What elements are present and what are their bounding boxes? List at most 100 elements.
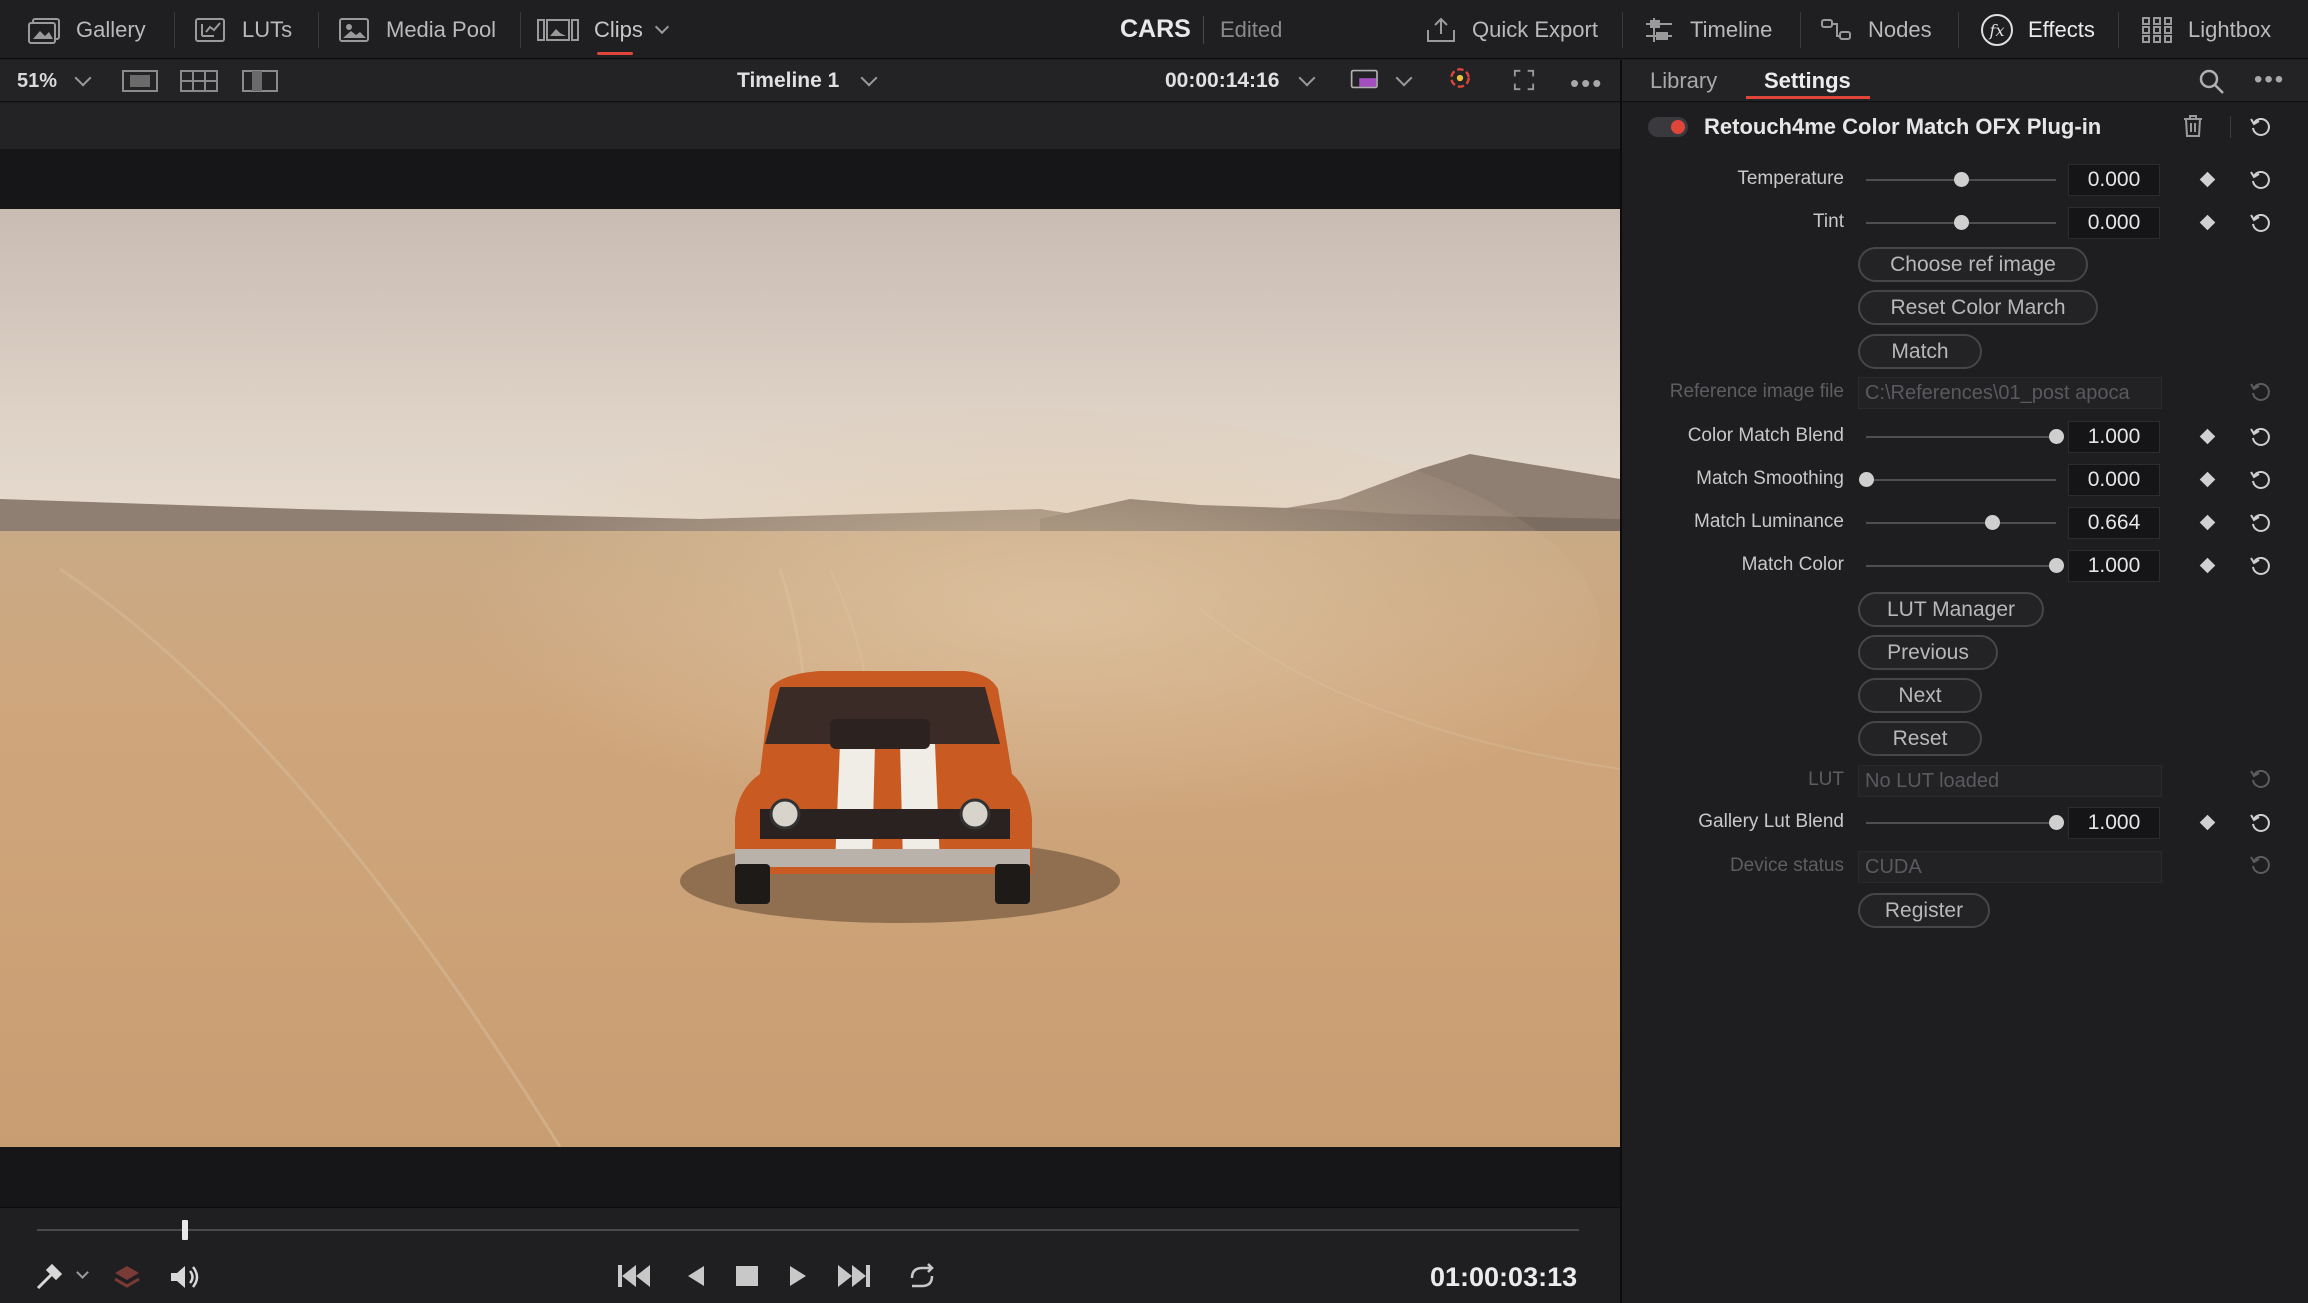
gallery-icon (28, 17, 60, 44)
timecode-dropdown[interactable]: 00:00:14:16 (1165, 60, 1316, 102)
timeline-dropdown[interactable]: Timeline 1 (737, 60, 878, 102)
export-icon (1427, 17, 1455, 42)
reset-color-match-button[interactable]: Reset Color March (1858, 290, 2098, 325)
multi-viewer-icon[interactable] (180, 70, 218, 92)
register-button[interactable]: Register (1858, 893, 1990, 928)
fx-icon: fx (1981, 13, 2013, 46)
tint-slider-knob[interactable] (1954, 215, 1969, 230)
gallery-button[interactable]: Gallery (28, 0, 146, 59)
luts-label: LUTs (242, 16, 293, 42)
gallery-lut-blend-slider-knob[interactable] (2049, 815, 2064, 830)
plugin-enable-toggle[interactable] (1648, 117, 1688, 137)
volume-icon[interactable] (168, 1262, 202, 1292)
tab-library[interactable]: Library (1650, 60, 1717, 102)
top-bar: Gallery LUTs Media Pool Clips CARS Edite… (0, 0, 2308, 59)
color-match-blend-slider-knob[interactable] (2049, 429, 2064, 444)
quick-export-button[interactable]: Quick Export (1424, 0, 1598, 59)
reset-icon[interactable] (2249, 511, 2273, 535)
split-viewer-icon[interactable] (242, 70, 278, 92)
lightbox-button[interactable]: Lightbox (2140, 0, 2271, 59)
nodes-icon (1821, 18, 1851, 40)
proxy-icon[interactable] (1348, 68, 1384, 90)
color-wheel-icon[interactable] (1446, 67, 1474, 89)
temperature-label: Temperature (1737, 168, 1844, 189)
divider (1203, 16, 1204, 44)
reset-icon[interactable] (2249, 811, 2273, 835)
single-viewer-icon[interactable] (122, 70, 158, 92)
color-match-blend-value[interactable]: 1.000 (2068, 421, 2160, 453)
reset-button[interactable]: Reset (1858, 721, 1982, 756)
temperature-value[interactable]: 0.000 (2068, 164, 2160, 196)
reset-icon[interactable] (2249, 425, 2273, 449)
gallery-lut-blend-value[interactable]: 1.000 (2068, 807, 2160, 839)
transport-bar (0, 1207, 1620, 1303)
video-frame[interactable] (0, 209, 1620, 1147)
playhead-timecode: 01:00:03:13 (1430, 1262, 1578, 1292)
settings-tab-indicator (1746, 96, 1870, 99)
tint-value[interactable]: 0.000 (2068, 207, 2160, 239)
reference-image-field: C:\References\01_post apoca (1858, 377, 2162, 409)
stop-icon[interactable] (734, 1262, 760, 1290)
svg-text:fx: fx (1989, 21, 2005, 40)
match-color-label: Match Color (1741, 554, 1844, 575)
device-status-label: Device status (1729, 855, 1844, 876)
match-button[interactable]: Match (1858, 334, 1982, 369)
color-match-blend-slider[interactable] (1866, 436, 2056, 438)
skip-to-start-icon[interactable] (616, 1262, 652, 1290)
timeline-button[interactable]: Timeline (1642, 0, 1772, 59)
match-smoothing-slider-knob[interactable] (1859, 472, 1874, 487)
luts-icon (195, 17, 225, 42)
match-smoothing-label: Match Smoothing (1696, 468, 1844, 489)
fullscreen-icon[interactable] (1512, 69, 1536, 91)
trash-icon[interactable] (2182, 114, 2204, 138)
match-color-slider[interactable] (1866, 565, 2056, 567)
effects-button[interactable]: fx Effects (1980, 0, 2095, 59)
clips-icon (537, 18, 579, 41)
match-luminance-slider[interactable] (1866, 522, 2056, 524)
layers-icon[interactable] (112, 1262, 142, 1292)
play-reverse-icon[interactable] (684, 1262, 708, 1290)
match-color-slider-knob[interactable] (2049, 558, 2064, 573)
luts-button[interactable]: LUTs (194, 0, 292, 59)
more-options-icon[interactable]: ••• (1570, 68, 1603, 99)
loop-icon[interactable] (904, 1262, 940, 1292)
clips-button[interactable]: Clips (536, 0, 669, 59)
eyedropper-icon[interactable] (34, 1262, 64, 1292)
chevron-down-icon[interactable] (1395, 69, 1413, 87)
match-luminance-label: Match Luminance (1694, 511, 1844, 532)
temperature-slider-knob[interactable] (1954, 172, 1969, 187)
color-match-blend-label: Color Match Blend (1687, 425, 1844, 446)
inspector-header: Library Settings ••• (1622, 60, 2308, 102)
more-options-icon[interactable]: ••• (2254, 66, 2285, 94)
zoom-dropdown[interactable]: 51% (17, 60, 92, 102)
reset-icon[interactable] (2249, 168, 2273, 192)
media-pool-button[interactable]: Media Pool (338, 0, 496, 59)
next-button[interactable]: Next (1858, 678, 1982, 713)
playhead[interactable] (181, 1220, 188, 1240)
reset-icon[interactable] (2249, 115, 2273, 139)
timeline-name: Timeline 1 (737, 69, 840, 92)
divider (174, 12, 175, 48)
project-name: CARS (1120, 15, 1191, 43)
gallery-lut-blend-label: Gallery Lut Blend (1698, 811, 1844, 832)
play-icon[interactable] (786, 1262, 810, 1290)
previous-button[interactable]: Previous (1858, 635, 1998, 670)
zoom-value: 51% (17, 69, 58, 92)
reset-icon[interactable] (2249, 211, 2273, 235)
match-color-value[interactable]: 1.000 (2068, 550, 2160, 582)
desert-car-image (0, 209, 1620, 1147)
match-smoothing-value[interactable]: 0.000 (2068, 464, 2160, 496)
match-luminance-value[interactable]: 0.664 (2068, 507, 2160, 539)
search-icon[interactable] (2198, 68, 2226, 96)
lut-manager-button[interactable]: LUT Manager (1858, 592, 2044, 627)
skip-to-end-icon[interactable] (836, 1262, 874, 1290)
scrub-bar[interactable] (37, 1229, 1579, 1231)
match-smoothing-slider[interactable] (1866, 479, 2056, 481)
nodes-button[interactable]: Nodes (1820, 0, 1932, 59)
device-status-field: CUDA (1858, 851, 2162, 883)
reset-icon[interactable] (2249, 468, 2273, 492)
reset-icon[interactable] (2249, 554, 2273, 578)
gallery-lut-blend-slider[interactable] (1866, 822, 2056, 824)
choose-ref-image-button[interactable]: Choose ref image (1858, 247, 2088, 282)
reset-icon (2250, 770, 2270, 788)
